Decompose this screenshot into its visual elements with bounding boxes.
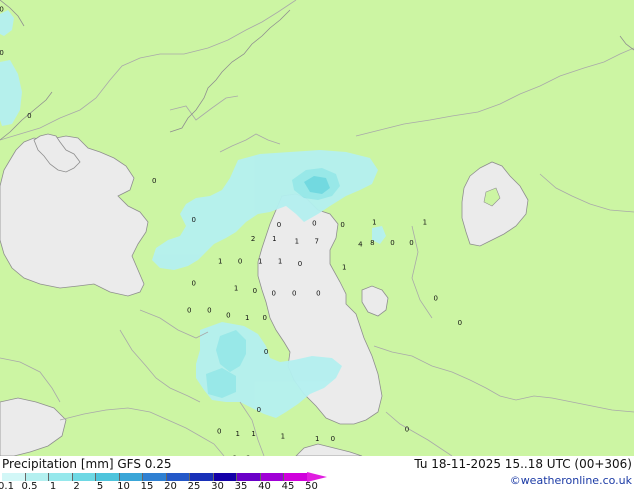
precip-value-label: 0 [262, 314, 266, 322]
precip-value-label: 1 [234, 285, 238, 293]
precip-value-label: 0 [331, 435, 335, 443]
color-swatch [49, 473, 73, 481]
legend-footer: Precipitation [mm] GFS 0.25 Tu 18-11-202… [0, 456, 634, 492]
scale-tick-label: 25 [187, 481, 201, 492]
precip-value-label: 0 [405, 425, 409, 433]
precip-value-label: 1 [218, 258, 222, 266]
color-swatch [119, 473, 143, 481]
precip-value-label: 0 [207, 307, 211, 315]
scale-tick-label: 45 [281, 481, 295, 492]
precip-value-label: 7 [314, 237, 318, 245]
color-swatch [2, 473, 26, 481]
forecast-datetime: Tu 18-11-2025 15..18 UTC (00+306) [414, 457, 632, 471]
scale-tick-label: 20 [164, 481, 177, 492]
scale-tick-label: 5 [96, 481, 104, 492]
precip-value-label: 1 [251, 430, 255, 438]
precipitation-map: 000000 0 0 1 12 1 1 7 4 8 0 01 0 1 1 0 101 0 0 0 000 00 1 00000… [0, 0, 634, 456]
color-swatch [237, 473, 261, 481]
scale-tick-label: 10 [117, 481, 130, 492]
precip-value-label: 0 [433, 294, 437, 302]
color-swatch [143, 473, 167, 481]
scale-tick-label: 0.1 [0, 481, 14, 492]
precip-value-label: 1 [235, 430, 239, 438]
precip-value-label: 0 [191, 280, 195, 288]
scale-tick-label: 30 [211, 481, 224, 492]
color-swatch [213, 473, 237, 481]
precip-value-label: 1 [295, 237, 299, 245]
precip-value-label: 1 [315, 435, 319, 443]
precip-value-label: 0 [298, 260, 302, 268]
scale-tick-label: 1 [49, 481, 57, 492]
credit-link[interactable]: ©weatheronline.co.uk [510, 474, 632, 487]
precip-value-label: 1 [245, 314, 249, 322]
precip-value-label: 1 [342, 264, 346, 272]
precip-value-label: 1 [423, 219, 427, 227]
precip-value-label: 0 [0, 49, 4, 57]
precip-value-label: 0 [226, 312, 230, 320]
color-swatch [25, 473, 49, 481]
color-swatch [72, 473, 96, 481]
precip-value-label: 0 [312, 219, 316, 227]
precip-value-label: 1 [272, 235, 276, 243]
precip-value-label: 0 [191, 216, 195, 224]
color-scale-bar [2, 473, 308, 481]
precip-value-label: 0 [271, 290, 275, 298]
color-swatch [96, 473, 120, 481]
precip-value-label: 0 [292, 290, 296, 298]
precip-value-label: 0 [340, 221, 344, 229]
precip-value-label: 0 [238, 258, 242, 266]
precip-value-label: 0 [390, 239, 394, 247]
scale-tick-label: 40 [258, 481, 271, 492]
precip-value-label: 1 [278, 258, 282, 266]
scale-tick-label: 50 [305, 481, 318, 492]
color-swatch [190, 473, 214, 481]
precip-value-label: 1 [258, 258, 262, 266]
precip-value-label: 2 [251, 235, 255, 243]
precip-value-label: 0 [152, 177, 156, 185]
precip-value-label: 0 [277, 221, 281, 229]
precip-value-label: 0 [187, 307, 191, 315]
map-title: Precipitation [mm] GFS 0.25 [2, 457, 172, 471]
precip-value-label: 0 [217, 428, 221, 436]
color-swatch [260, 473, 284, 481]
scale-tick-label: 2 [73, 481, 80, 492]
scale-tick-label: 35 [234, 481, 248, 492]
scale-tick-label: 0.5 [21, 481, 38, 492]
precip-value-label: 8 [370, 239, 374, 247]
precip-value-label: 0 [0, 6, 4, 14]
precip-value-label: 0 [257, 406, 261, 414]
precip-value-label: 0 [27, 112, 31, 120]
precip-value-label: 1 [281, 433, 285, 441]
precip-value-label: 4 [358, 241, 363, 249]
precip-value-label: 0 [458, 319, 462, 327]
precip-value-label: 0 [253, 287, 257, 295]
color-swatch [166, 473, 190, 481]
scale-tick-label: 15 [140, 481, 154, 492]
precip-value-label: 0 [409, 239, 413, 247]
color-swatch [284, 473, 308, 481]
precip-value-label: 0 [316, 290, 320, 298]
precip-value-label: 1 [372, 219, 376, 227]
precip-value-label: 0 [264, 348, 268, 356]
